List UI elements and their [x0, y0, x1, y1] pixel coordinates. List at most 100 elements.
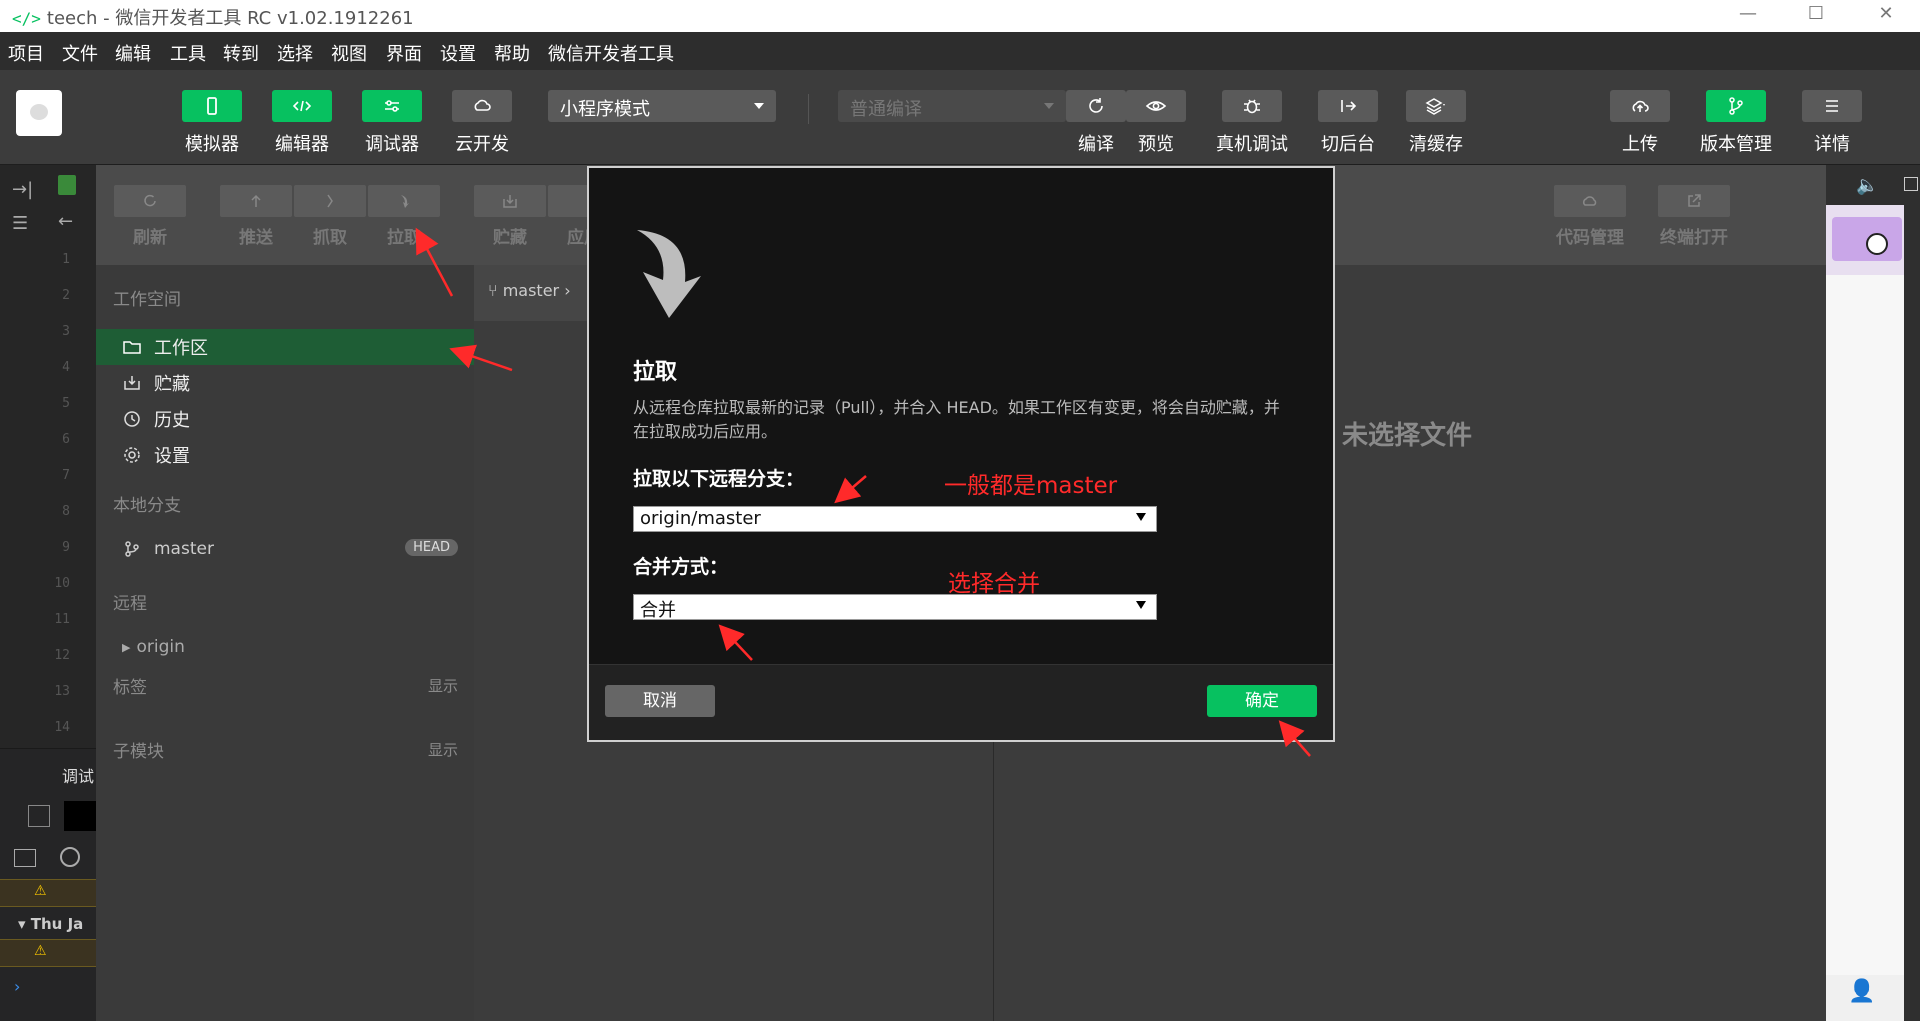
window-title-text: teech - 微信开发者工具 RC v1.02.1912261: [46, 8, 414, 29]
mode-select[interactable]: 小程序模式: [548, 90, 776, 122]
remote-item-origin[interactable]: ▶ origin: [96, 629, 474, 665]
menu-view[interactable]: 视图: [331, 40, 367, 66]
folder-icon: [123, 341, 141, 354]
sidebar-item-stash[interactable]: 贮藏: [96, 365, 474, 401]
background-label: 切后台: [1321, 134, 1375, 155]
remote-branch-select[interactable]: origin/master: [633, 506, 1157, 532]
chevron-right-icon: ›: [564, 281, 571, 300]
simulator-screen: [1826, 275, 1904, 975]
merge-method-value: 合并: [640, 600, 676, 621]
tags-show-link[interactable]: 显示: [428, 675, 458, 696]
branch-annotation: 一般都是master: [944, 473, 1118, 499]
terminal-open-button[interactable]: [1658, 185, 1730, 217]
remote-heading: 远程: [113, 594, 147, 614]
submodules-heading: 子模块: [113, 742, 164, 762]
merge-method-select[interactable]: 合并: [633, 594, 1157, 621]
debug-tab[interactable]: 调试: [62, 763, 94, 787]
warning-row[interactable]: ⚠: [0, 939, 96, 967]
merge-method-label: 合并方式：: [633, 556, 729, 578]
push-icon: [251, 194, 261, 207]
log-group-header[interactable]: ▾ Thu Ja: [18, 915, 83, 933]
details-label: 详情: [1814, 134, 1850, 155]
compile-button[interactable]: [1066, 90, 1126, 122]
details-button[interactable]: [1802, 90, 1862, 122]
menu-edit[interactable]: 编辑: [115, 40, 151, 66]
simulator-label: 模拟器: [185, 134, 239, 155]
confirm-button[interactable]: 确定: [1207, 685, 1317, 717]
sidebar-toggle-icon[interactable]: [14, 849, 36, 867]
background-button[interactable]: [1318, 90, 1378, 122]
menu-wechat-devtools[interactable]: 微信开发者工具: [548, 40, 674, 66]
remote-branch-label: 拉取以下远程分支：: [633, 468, 805, 490]
simulator-button[interactable]: [182, 90, 242, 122]
menu-goto[interactable]: 转到: [223, 40, 259, 66]
capsule-close-icon[interactable]: [1866, 233, 1888, 255]
menu-interface[interactable]: 界面: [386, 40, 422, 66]
remote-debug-button[interactable]: [1222, 90, 1282, 122]
git-push-button[interactable]: [220, 185, 292, 217]
warning-icon: ⚠: [34, 883, 47, 899]
submodules-show-link[interactable]: 显示: [428, 739, 458, 760]
window-icon[interactable]: [1904, 177, 1918, 191]
minimize-button[interactable]: —: [1718, 0, 1778, 32]
git-stash-label: 贮藏: [493, 228, 527, 248]
simulator-tabbar: 👤: [1826, 975, 1904, 1021]
user-icon[interactable]: 👤: [1848, 979, 1875, 1004]
line-number: 7: [62, 468, 70, 483]
git-branch-icon: [125, 541, 139, 557]
code-mgmt-button[interactable]: [1554, 185, 1626, 217]
editor-label: 编辑器: [275, 134, 329, 155]
collapse-icon[interactable]: →|: [12, 179, 33, 200]
menu-help[interactable]: 帮助: [494, 40, 530, 66]
upload-label: 上传: [1622, 134, 1658, 155]
no-file-message: 未选择文件: [1342, 421, 1473, 451]
close-window-button[interactable]: ✕: [1856, 0, 1916, 32]
breadcrumb-branch[interactable]: ⑂ master ›: [488, 281, 571, 300]
chevron-down-icon: [1044, 103, 1054, 109]
tags-heading: 标签: [113, 678, 147, 698]
git-refresh-button[interactable]: [114, 185, 186, 217]
cancel-button[interactable]: 取消: [605, 685, 715, 717]
switch-icon: [1341, 100, 1357, 112]
git-push-label: 推送: [239, 228, 273, 248]
clear-cache-button[interactable]: [1406, 90, 1466, 122]
sidebar-item-label: 设置: [154, 446, 190, 467]
merge-annotation: 选择合并: [948, 571, 1040, 597]
stash-icon: [503, 195, 517, 208]
local-branch-master[interactable]: master HEAD: [96, 531, 474, 567]
volume-icon[interactable]: 🔈: [1856, 175, 1878, 196]
menu-project[interactable]: 项目: [8, 40, 44, 66]
console-tab[interactable]: [64, 801, 96, 831]
chevron-down-icon: [1136, 601, 1146, 609]
menu-tools[interactable]: 工具: [170, 40, 206, 66]
menu-file[interactable]: 文件: [62, 40, 98, 66]
upload-button[interactable]: [1610, 90, 1670, 122]
git-stash-button[interactable]: [474, 185, 546, 217]
sidebar-item-label: 贮藏: [154, 374, 190, 395]
simulator-strip: 🔈 👤: [1826, 165, 1920, 1021]
version-button[interactable]: [1706, 90, 1766, 122]
avatar[interactable]: [16, 90, 62, 136]
menu-select[interactable]: 选择: [277, 40, 313, 66]
back-arrow-icon[interactable]: ←: [58, 211, 73, 232]
fetch-icon: [327, 194, 333, 208]
maximize-button[interactable]: ☐: [1786, 0, 1846, 32]
preview-button[interactable]: [1126, 90, 1186, 122]
sidebar-item-settings[interactable]: 设置: [96, 437, 474, 473]
line-number: 8: [62, 504, 70, 519]
sidebar-item-history[interactable]: 历史: [96, 401, 474, 437]
file-icon[interactable]: [58, 175, 76, 195]
inspect-icon[interactable]: [28, 805, 50, 827]
menu-settings[interactable]: 设置: [440, 40, 476, 66]
warning-row[interactable]: ⚠: [0, 879, 96, 907]
editor-button[interactable]: [272, 90, 332, 122]
cloud-dev-button[interactable]: [452, 90, 512, 122]
git-fetch-button[interactable]: [294, 185, 366, 217]
block-icon[interactable]: [60, 847, 80, 867]
list-icon[interactable]: ☰: [12, 213, 28, 234]
debugger-button[interactable]: [362, 90, 422, 122]
compile-mode-select[interactable]: 普通编译: [838, 90, 1066, 122]
git-pull-button[interactable]: [368, 185, 440, 217]
sidebar-item-workspace[interactable]: 工作区: [96, 329, 474, 365]
code-icon: [292, 100, 312, 112]
